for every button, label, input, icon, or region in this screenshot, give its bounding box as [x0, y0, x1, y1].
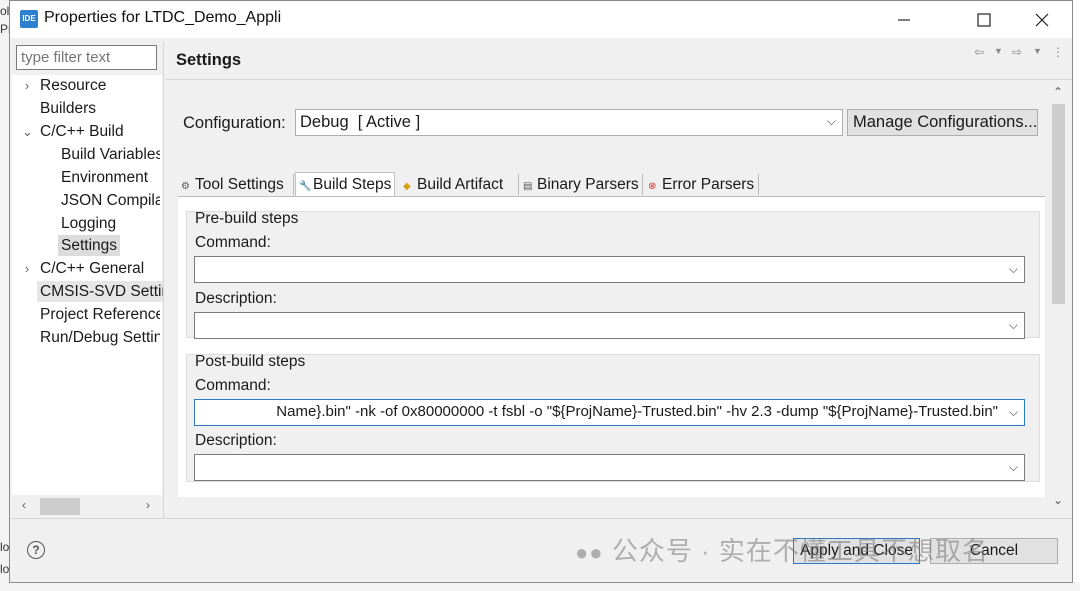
tab-build-steps[interactable]: 🔧Build Steps: [295, 172, 396, 197]
back-dropdown-icon[interactable]: ▼: [994, 46, 1003, 56]
content-vertical-scrollbar[interactable]: ⌃ ⌄: [1046, 83, 1071, 513]
pre-build-title: Pre-build steps: [195, 210, 299, 227]
properties-dialog: IDE Properties for LTDC_Demo_Appli type …: [9, 0, 1073, 583]
chevron-down-icon: ⌵: [826, 114, 836, 128]
tab-tool-settings[interactable]: ⚙ Tool Settings: [178, 173, 287, 197]
tree-item-logging[interactable]: Logging: [61, 213, 160, 234]
background-editor-strip: [0, 582, 1080, 591]
close-button[interactable]: [1014, 1, 1070, 38]
tree-item-cpp-general[interactable]: C/C++ General: [40, 258, 160, 279]
chevron-down-icon[interactable]: ⌵: [1008, 405, 1018, 420]
chevron-right-icon[interactable]: ›: [22, 258, 32, 279]
tab-build-artifact[interactable]: ◆ Build Artifact: [400, 173, 506, 197]
title-bar: IDE Properties for LTDC_Demo_Appli: [10, 1, 1072, 38]
chevron-down-icon[interactable]: ⌵: [1008, 318, 1018, 333]
post-build-command-value: Name}.bin" -nk -of 0x80000000 -t fsbl -o…: [276, 403, 998, 420]
close-icon: [1035, 13, 1049, 26]
back-arrow-icon[interactable]: ⇦: [974, 45, 984, 59]
tree-horizontal-scrollbar[interactable]: ‹ ›: [12, 495, 162, 517]
tab-divider: [293, 174, 294, 195]
ide-app-icon: IDE: [20, 10, 38, 28]
chevron-down-icon[interactable]: ⌄: [22, 121, 33, 142]
background-text-fragment: lo: [0, 562, 10, 576]
header-separator: [166, 79, 1072, 80]
tab-divider: [518, 174, 519, 195]
tree-item-run-debug[interactable]: Run/Debug Settings: [40, 327, 160, 348]
post-build-description-field[interactable]: ⌵: [194, 454, 1025, 481]
forward-arrow-icon[interactable]: ⇨: [1012, 45, 1022, 59]
tree-item-build-variables[interactable]: Build Variables: [61, 144, 160, 165]
post-build-command-label: Command:: [195, 377, 271, 394]
manage-configurations-button[interactable]: Manage Configurations...: [847, 109, 1038, 136]
footer-separator: [10, 518, 1072, 519]
tree-item-cmsis-svd[interactable]: CMSIS-SVD Settings: [37, 281, 163, 302]
tree-item-json-compilation[interactable]: JSON Compilation Database: [61, 190, 160, 211]
tab-divider: [758, 174, 759, 195]
configuration-value: Debug [ Active ]: [300, 113, 421, 131]
configuration-label: Configuration:: [183, 114, 286, 132]
background-text-fragment: ol: [0, 4, 10, 18]
tree-item-project-references[interactable]: Project References: [40, 304, 160, 325]
watermark: ●● 公众号 · 实在不懂工具不想取名: [575, 531, 989, 568]
maximize-icon: [977, 12, 991, 27]
post-build-command-field[interactable]: Name}.bin" -nk -of 0x80000000 -t fsbl -o…: [194, 399, 1025, 426]
chevron-down-icon[interactable]: ⌵: [1008, 262, 1018, 277]
pre-build-group: Pre-build steps Command: ⌵ Description: …: [186, 210, 1040, 339]
build-steps-content: Pre-build steps Command: ⌵ Description: …: [178, 197, 1045, 497]
property-tree: › Resource Builders ⌄ C/C++ Build Build …: [12, 75, 163, 495]
minimize-button[interactable]: [876, 1, 932, 38]
tab-error-parsers[interactable]: ⊗ Error Parsers: [645, 173, 757, 197]
pre-build-description-label: Description:: [195, 290, 277, 307]
pre-build-description-field[interactable]: ⌵: [194, 312, 1025, 339]
window-title: Properties for LTDC_Demo_Appli: [44, 9, 282, 26]
post-build-title: Post-build steps: [195, 353, 306, 370]
view-menu-icon[interactable]: ⋮: [1052, 45, 1064, 59]
tree-item-builders[interactable]: Builders: [40, 98, 160, 119]
tree-item-cpp-build[interactable]: C/C++ Build: [40, 121, 160, 142]
tab-binary-parsers[interactable]: ▤ Binary Parsers: [520, 173, 642, 197]
tree-item-settings[interactable]: Settings: [58, 235, 121, 256]
pre-build-command-field[interactable]: ⌵: [194, 256, 1025, 283]
scrollbar-thumb[interactable]: [1052, 104, 1065, 304]
page-title: Settings: [176, 51, 242, 69]
minimize-icon: [898, 18, 910, 21]
watermark-text: 公众号 · 实在不懂工具不想取名: [611, 536, 989, 566]
tab-divider: [642, 174, 643, 195]
scroll-up-icon[interactable]: ⌃: [1053, 85, 1063, 99]
post-build-group: Post-build steps Command: Name}.bin" -nk…: [186, 353, 1040, 482]
pre-build-command-label: Command:: [195, 234, 271, 251]
post-build-description-label: Description:: [195, 432, 277, 449]
configuration-select[interactable]: Debug [ Active ] ⌵: [295, 109, 843, 136]
filter-input[interactable]: type filter text: [16, 45, 157, 70]
background-text-fragment: lo: [0, 540, 10, 554]
scroll-right-icon[interactable]: ›: [146, 498, 150, 512]
tree-divider: [163, 41, 164, 519]
maximize-button[interactable]: [956, 1, 1012, 38]
page-navigation: ⇦ ▼ ⇨ ▼ ⋮: [970, 45, 1064, 65]
scroll-left-icon[interactable]: ‹: [22, 498, 26, 512]
tree-item-resource[interactable]: Resource: [40, 75, 160, 96]
chevron-right-icon[interactable]: ›: [22, 75, 32, 96]
tree-item-environment[interactable]: Environment: [61, 167, 160, 188]
chevron-down-icon[interactable]: ⌵: [1008, 460, 1018, 475]
wechat-icon: ●●: [575, 540, 604, 565]
scroll-down-icon[interactable]: ⌄: [1053, 493, 1063, 507]
forward-dropdown-icon[interactable]: ▼: [1033, 46, 1042, 56]
help-icon[interactable]: ?: [27, 541, 45, 559]
scrollbar-thumb[interactable]: [40, 498, 80, 515]
